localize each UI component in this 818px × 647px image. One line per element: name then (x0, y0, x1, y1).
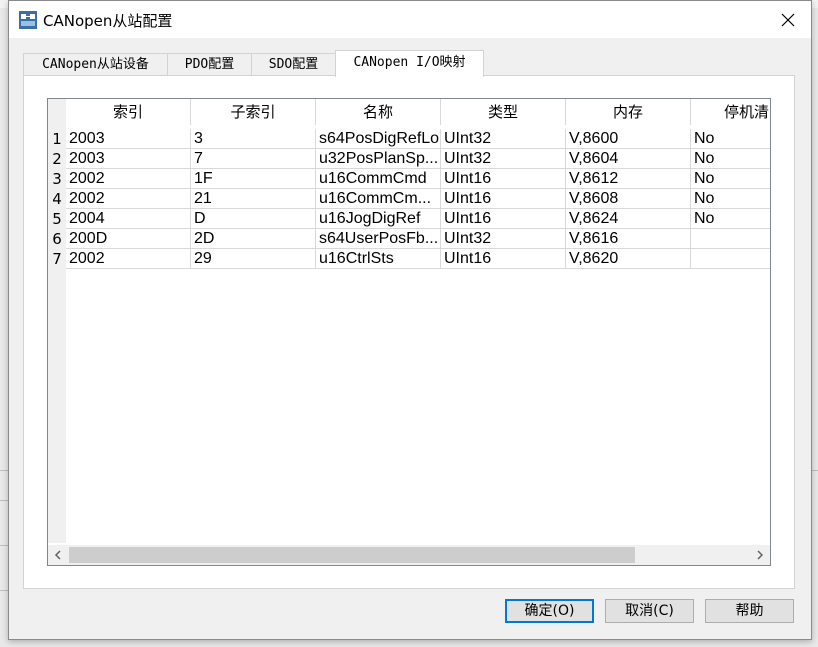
cell-name[interactable]: s64PosDigRefLo (316, 129, 441, 149)
cell-stop-clear[interactable] (691, 249, 770, 269)
tab-canopen-io-mapping[interactable]: CANopen I/O映射 (335, 50, 484, 77)
column-header-index[interactable]: 索引 (66, 99, 191, 125)
cell-name[interactable]: u16CommCmd (316, 169, 441, 189)
cell-name[interactable]: u32PosPlanSp... (316, 149, 441, 169)
row-number[interactable]: 3 (48, 169, 66, 189)
column-header-subindex[interactable]: 子索引 (191, 99, 316, 125)
ok-button[interactable]: 确定(O) (505, 599, 594, 623)
cell-memory[interactable]: V,8616 (566, 229, 691, 249)
tab-pdo-config[interactable]: PDO配置 (167, 53, 252, 76)
close-icon (781, 13, 795, 26)
cell-subindex[interactable]: D (191, 209, 316, 229)
cell-subindex[interactable]: 21 (191, 189, 316, 209)
horizontal-scrollbar[interactable] (48, 545, 770, 565)
cell-stop-clear[interactable]: No (691, 129, 770, 149)
cell-stop-clear[interactable] (691, 229, 770, 249)
column-header-stop-clear[interactable]: 停机清 (691, 99, 770, 125)
cell-subindex[interactable]: 3 (191, 129, 316, 149)
cell-memory[interactable]: V,8604 (566, 149, 691, 169)
cell-type[interactable]: UInt32 (441, 229, 566, 249)
cell-stop-clear[interactable]: No (691, 169, 770, 189)
app-icon (19, 11, 37, 29)
row-number[interactable]: 5 (48, 209, 66, 229)
canopen-slave-config-dialog: CANopen从站配置 CANopen从站设备 PDO配置 SDO配置 CANo… (8, 0, 812, 640)
close-button[interactable] (765, 1, 811, 38)
cell-type[interactable]: UInt32 (441, 149, 566, 169)
cell-stop-clear[interactable]: No (691, 149, 770, 169)
cell-subindex[interactable]: 7 (191, 149, 316, 169)
io-mapping-panel: 索引 子索引 名称 类型 内存 停机清 1 2003 3 s64PosDigRe… (23, 75, 795, 589)
title-bar: CANopen从站配置 (9, 1, 811, 38)
cell-subindex[interactable]: 2D (191, 229, 316, 249)
cell-type[interactable]: UInt32 (441, 129, 566, 149)
cell-type[interactable]: UInt16 (441, 249, 566, 269)
column-header-name[interactable]: 名称 (316, 99, 441, 125)
row-number[interactable]: 4 (48, 189, 66, 209)
cell-name[interactable]: s64UserPosFb... (316, 229, 441, 249)
cell-index[interactable]: 200D (66, 229, 191, 249)
scroll-right-icon[interactable] (754, 548, 766, 562)
row-number[interactable]: 1 (48, 129, 66, 149)
cell-memory[interactable]: V,8612 (566, 169, 691, 189)
cell-index[interactable]: 2002 (66, 189, 191, 209)
row-number[interactable]: 6 (48, 229, 66, 249)
scroll-left-icon[interactable] (52, 548, 64, 562)
cell-index[interactable]: 2003 (66, 129, 191, 149)
cell-subindex[interactable]: 29 (191, 249, 316, 269)
cell-index[interactable]: 2002 (66, 249, 191, 269)
grid-header: 索引 子索引 名称 类型 内存 停机清 (48, 99, 770, 125)
cell-name[interactable]: u16CtrlSts (316, 249, 441, 269)
cell-memory[interactable]: V,8624 (566, 209, 691, 229)
cell-index[interactable]: 2004 (66, 209, 191, 229)
cell-type[interactable]: UInt16 (441, 209, 566, 229)
io-mapping-grid[interactable]: 索引 子索引 名称 类型 内存 停机清 1 2003 3 s64PosDigRe… (47, 98, 771, 566)
cell-subindex[interactable]: 1F (191, 169, 316, 189)
cell-name[interactable]: u16CommCm... (316, 189, 441, 209)
scroll-thumb[interactable] (69, 547, 635, 563)
help-button[interactable]: 帮助 (705, 599, 794, 623)
cell-stop-clear[interactable]: No (691, 189, 770, 209)
window-title: CANopen从站配置 (43, 12, 173, 30)
cell-type[interactable]: UInt16 (441, 189, 566, 209)
row-number[interactable]: 7 (48, 249, 66, 269)
cell-name[interactable]: u16JogDigRef (316, 209, 441, 229)
cell-stop-clear[interactable]: No (691, 209, 770, 229)
column-header-memory[interactable]: 内存 (566, 99, 691, 125)
tab-sdo-config[interactable]: SDO配置 (251, 53, 336, 76)
row-number[interactable]: 2 (48, 149, 66, 169)
cell-type[interactable]: UInt16 (441, 169, 566, 189)
cell-memory[interactable]: V,8620 (566, 249, 691, 269)
grid-corner (48, 99, 66, 125)
cell-index[interactable]: 2003 (66, 149, 191, 169)
cell-memory[interactable]: V,8600 (566, 129, 691, 149)
cell-index[interactable]: 2002 (66, 169, 191, 189)
cancel-button[interactable]: 取消(C) (605, 599, 694, 623)
cell-memory[interactable]: V,8608 (566, 189, 691, 209)
column-header-type[interactable]: 类型 (441, 99, 566, 125)
tab-canopen-slave-device[interactable]: CANopen从站设备 (23, 53, 168, 76)
